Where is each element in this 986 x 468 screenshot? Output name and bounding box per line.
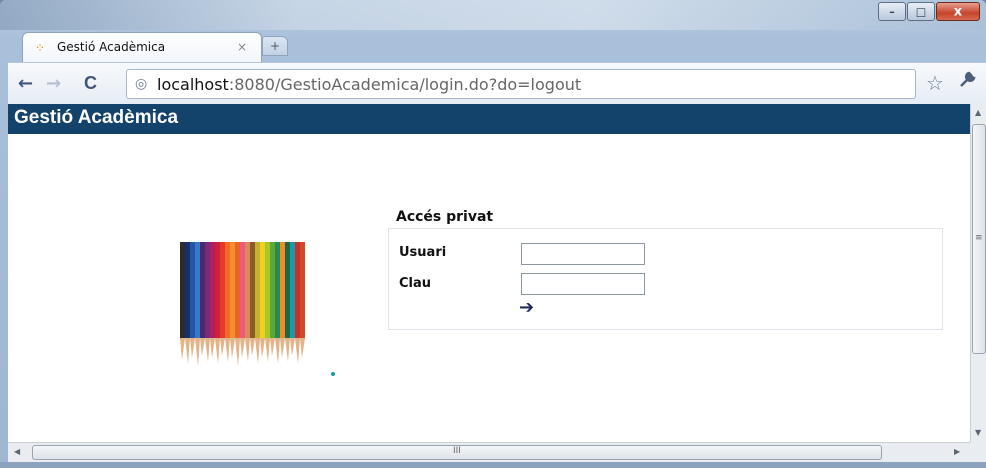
vertical-scrollbar[interactable]: ▲ ≡ ▼ <box>970 104 986 442</box>
grip-icon: ≡ <box>975 233 983 243</box>
new-tab-button[interactable]: + <box>262 36 288 56</box>
bookmark-star-icon[interactable]: ☆ <box>926 71 944 95</box>
browser-window: – □ x ⁘ Gestió Acadèmica × + ← → C ◎ loc… <box>0 0 986 468</box>
address-bar[interactable]: ◎ localhost:8080/GestioAcademica/login.d… <box>126 69 916 99</box>
title-bar <box>0 0 986 30</box>
app-title: Gestió Acadèmica <box>14 107 179 128</box>
window-controls: – □ x <box>877 2 980 21</box>
maximize-button[interactable]: □ <box>907 2 935 21</box>
vertical-scroll-thumb[interactable]: ≡ <box>972 124 986 354</box>
login-heading: Accés privat <box>396 209 494 225</box>
scroll-up-icon[interactable]: ▲ <box>975 108 981 117</box>
grip-icon: III <box>453 446 461 456</box>
login-form: Usuari Clau ➔ <box>388 228 943 330</box>
url-host: localhost <box>157 75 229 94</box>
password-label: Clau <box>399 276 432 291</box>
url-text: localhost:8080/GestioAcademica/login.do?… <box>157 75 581 94</box>
scroll-right-icon[interactable]: ▶ <box>954 447 960 456</box>
close-icon: x <box>953 4 963 19</box>
username-input[interactable] <box>521 243 645 265</box>
forward-icon[interactable]: → <box>46 73 61 94</box>
globe-icon: ◎ <box>135 76 148 92</box>
minimize-button[interactable]: – <box>878 2 906 21</box>
tab-title: Gestió Acadèmica <box>57 40 166 54</box>
tab-close-icon[interactable]: × <box>237 40 247 54</box>
horizontal-scrollbar[interactable]: ◀ III ▶ <box>8 442 970 462</box>
horizontal-scroll-thumb[interactable]: III <box>32 445 882 460</box>
reload-icon[interactable]: C <box>84 73 97 94</box>
password-input[interactable] <box>521 273 645 295</box>
arrow-right-icon[interactable]: ➔ <box>519 297 534 318</box>
tab-gestio-academica[interactable]: ⁘ Gestió Acadèmica × <box>22 32 262 62</box>
page-viewport: Gestió Acadèmica Accés privat Usuari Cla… <box>8 104 970 442</box>
maximize-icon: □ <box>915 5 927 18</box>
app-header: Gestió Acadèmica <box>8 104 970 134</box>
scroll-left-icon[interactable]: ◀ <box>14 447 20 456</box>
loading-icon: ⁘ <box>35 41 46 55</box>
window-bottom-edge <box>0 462 986 468</box>
username-label: Usuari <box>399 245 447 260</box>
close-window-button[interactable]: x <box>936 2 980 21</box>
browser-toolbar: ← → C ◎ localhost:8080/GestioAcademica/l… <box>8 62 986 104</box>
url-path: :8080/GestioAcademica/login.do?do=logout <box>228 75 582 94</box>
wrench-icon[interactable] <box>958 71 976 94</box>
scroll-down-icon[interactable]: ▼ <box>975 428 981 437</box>
scrollbar-corner <box>970 442 986 462</box>
colored-pencils-image <box>168 240 338 380</box>
back-icon[interactable]: ← <box>18 73 33 94</box>
minimize-icon: – <box>889 5 895 18</box>
